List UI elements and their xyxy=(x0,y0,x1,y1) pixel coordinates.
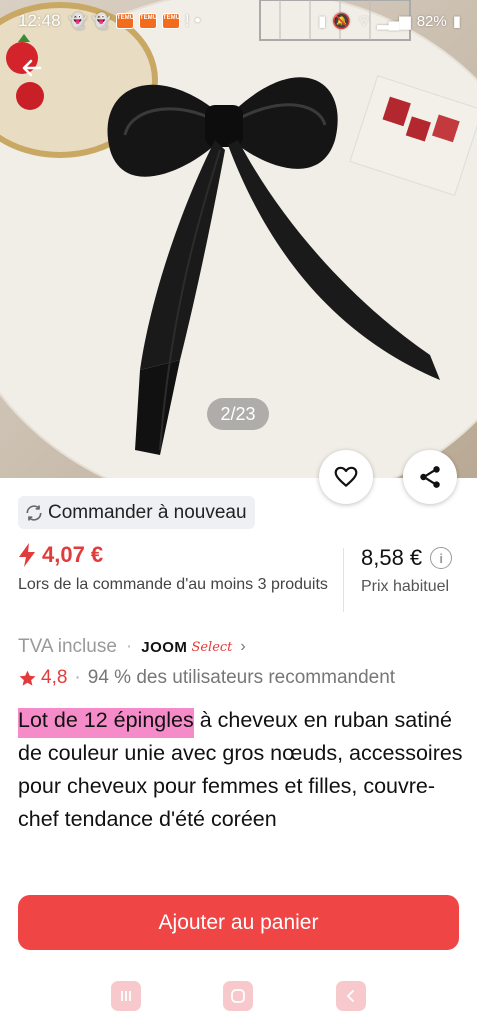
temu-app-icon-2: TEMU xyxy=(138,13,157,29)
signal-icon: ▂▄▆ xyxy=(377,13,411,30)
favorite-button[interactable] xyxy=(319,450,373,504)
wifi-icon: ⌔ xyxy=(356,12,371,30)
gallery-counter: 2/23 xyxy=(207,398,269,430)
reorder-label: Commander à nouveau xyxy=(48,501,247,523)
mute-icon: 🔕 xyxy=(332,13,351,30)
share-icon xyxy=(420,466,440,488)
lightning-icon xyxy=(19,543,35,567)
title-highlight: Lot de 12 épingles xyxy=(18,708,194,738)
price-divider xyxy=(343,548,344,612)
more-dot-icon: • xyxy=(194,11,201,30)
reorder-button[interactable]: Commander à nouveau xyxy=(18,496,255,529)
battery-icon: ▮ xyxy=(452,13,461,30)
notification-icons: 👻 👻 TEMU TEMU TEMU ! • xyxy=(69,11,201,31)
recommend-text: 94 % des utilisateurs recommandent xyxy=(87,667,396,688)
chevron-right-icon: › xyxy=(240,638,246,655)
home-icon xyxy=(231,989,246,1003)
star-icon xyxy=(19,670,36,686)
nav-back-button[interactable] xyxy=(335,981,366,1011)
temu-app-icon-3: TEMU xyxy=(161,13,180,29)
regular-price: 8,58 € xyxy=(361,545,423,570)
system-icons: ▮ 🔕 ⌔ ▂▄▆ 82% ▮ xyxy=(318,12,461,31)
info-icon[interactable]: i xyxy=(430,547,453,569)
regular-price-block: 8,58 € i Prix habituel xyxy=(361,545,453,596)
snapchat-icon: 👻 xyxy=(68,13,88,30)
status-time: 12:48 xyxy=(18,11,61,30)
back-arrow-icon xyxy=(22,59,42,77)
regular-price-label: Prix habituel xyxy=(361,578,450,595)
rating-value: 4,8 xyxy=(41,667,68,688)
battery-saver-icon: ▮ xyxy=(317,13,327,30)
joom-logo: JOOM xyxy=(141,638,188,656)
add-to-cart-button[interactable]: Ajouter au panier xyxy=(18,895,459,950)
battery-percent: 82% xyxy=(416,12,447,30)
system-nav-bar xyxy=(0,968,477,1024)
footsteps-icon: ! xyxy=(184,11,190,30)
heart-icon xyxy=(334,466,358,487)
rating-row[interactable]: 4,8 · 94 % des utilisateurs recommandent xyxy=(18,667,395,689)
temu-app-icon: TEMU xyxy=(115,13,134,29)
snapchat-icon-2: 👻 xyxy=(92,13,111,30)
refresh-icon xyxy=(24,503,44,523)
share-button[interactable] xyxy=(403,450,457,504)
nav-back-icon xyxy=(346,990,354,1002)
separator-dot: · xyxy=(125,636,133,657)
promo-price: 4,07 € xyxy=(42,542,104,567)
vat-label: TVA incluse xyxy=(18,636,117,657)
joom-select-logo: Select xyxy=(191,639,233,655)
product-title: Lot de 12 épingles à cheveux en ruban sa… xyxy=(18,704,463,836)
recent-apps-icon xyxy=(121,991,132,1001)
separator-dot: · xyxy=(74,667,81,688)
back-button[interactable] xyxy=(14,50,50,86)
promo-condition: Lors de la commande d'au moins 3 produit… xyxy=(18,576,328,593)
status-bar: 12:48 👻 👻 TEMU TEMU TEMU ! • ▮ 🔕 ⌔ ▂▄▆ 8… xyxy=(0,0,477,42)
promo-price-block: 4,07 € Lors de la commande d'au moins 3 … xyxy=(18,542,338,595)
vat-row[interactable]: TVA incluse · JOOM Select › xyxy=(18,636,246,658)
recent-apps-button[interactable] xyxy=(111,981,142,1011)
home-button[interactable] xyxy=(223,981,254,1011)
